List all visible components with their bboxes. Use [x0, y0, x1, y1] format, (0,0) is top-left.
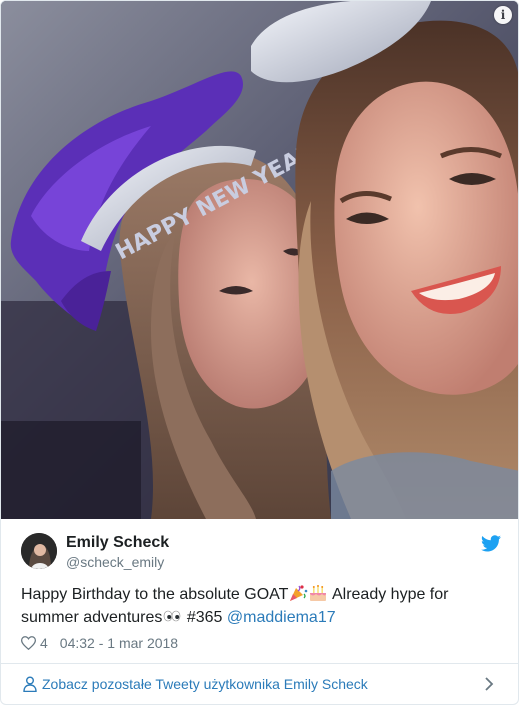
twitter-bird-icon[interactable] — [481, 535, 501, 552]
party-popper-icon — [288, 584, 308, 602]
author-name[interactable]: Emily Scheck — [66, 534, 169, 552]
more-tweets-link[interactable]: Zobacz pozostałe Tweety użytkownika Emil… — [1, 663, 518, 704]
hashtag[interactable]: #365 — [182, 609, 226, 626]
selfie-image: HAPPY NEW YEAR — [1, 1, 518, 519]
embedded-tweet-card: HAPPY NEW YEAR i Emily Scheck @scheck_em… — [0, 0, 519, 705]
tweet-text: Happy Birthday to the absolute GOAT Alre… — [21, 583, 491, 629]
avatar-image — [21, 533, 57, 569]
more-tweets-label[interactable]: Zobacz pozostałe Tweety użytkownika Emil… — [42, 676, 368, 692]
birthday-cake-icon — [308, 584, 328, 602]
tweet-author: Emily Scheck @scheck_emily — [21, 533, 501, 573]
heart-icon[interactable] — [21, 636, 36, 650]
chevron-right-icon[interactable] — [484, 676, 494, 692]
author-handle[interactable]: @scheck_emily — [66, 554, 164, 570]
tweet-meta: 4 04:32 - 1 mar 2018 — [21, 634, 178, 652]
tweet-photo[interactable]: HAPPY NEW YEAR i — [1, 1, 518, 519]
tweet-timestamp[interactable]: 04:32 - 1 mar 2018 — [60, 635, 178, 651]
avatar[interactable] — [21, 533, 57, 569]
tweet-text-start: Happy Birthday to the absolute GOAT — [21, 586, 289, 603]
person-icon — [23, 676, 37, 692]
eyes-icon — [162, 607, 182, 625]
info-icon[interactable]: i — [494, 6, 512, 24]
mention-link[interactable]: @maddiema17 — [227, 609, 336, 626]
like-count[interactable]: 4 — [40, 635, 48, 651]
